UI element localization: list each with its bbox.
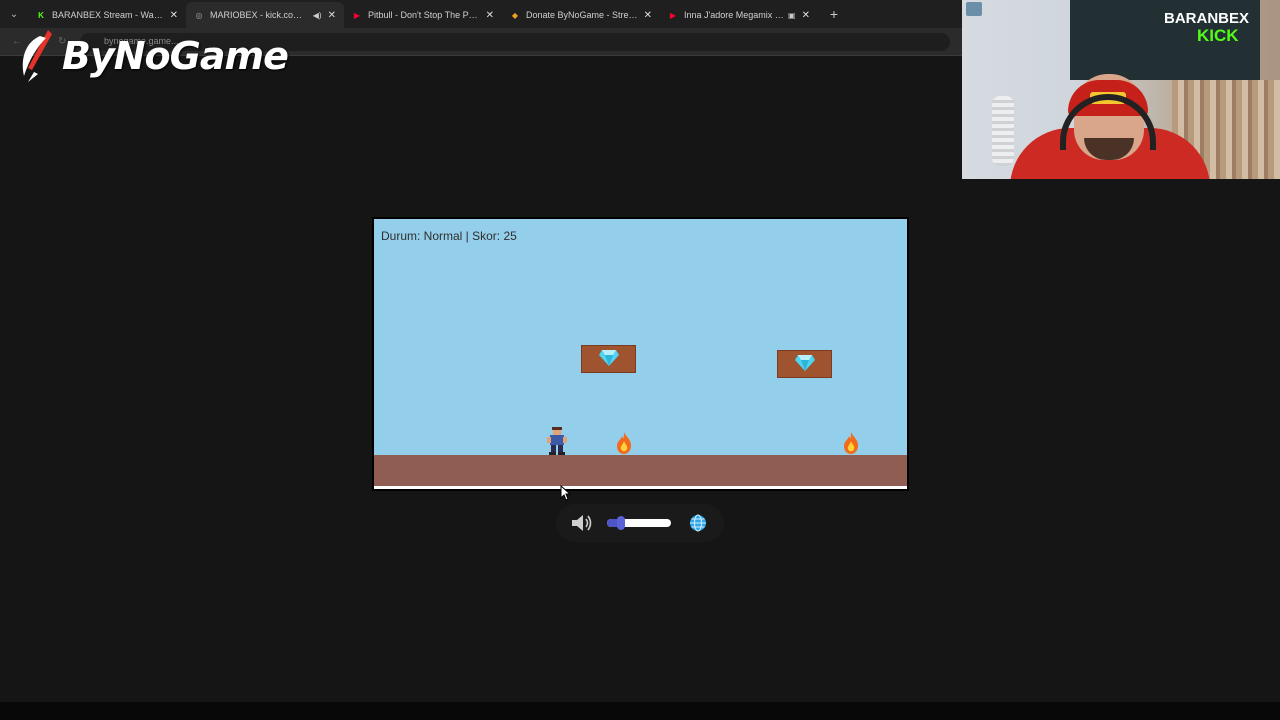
tab-inna-jadore[interactable]: ▶ Inna J'adore Megamix alessio ▣ ✕ bbox=[660, 2, 818, 28]
player-character bbox=[547, 427, 567, 455]
diamond-icon bbox=[795, 355, 815, 371]
globe-icon: ◎ bbox=[195, 10, 203, 20]
browser-tab-strip: ⌄ K BARANBEX Stream - Watch Live ✕ ◎ MAR… bbox=[0, 0, 962, 28]
youtube-icon: ▶ bbox=[669, 10, 677, 20]
globe-icon[interactable] bbox=[689, 514, 707, 532]
game-controls-bar bbox=[556, 504, 724, 542]
tab-title: BARANBEX Stream - Watch Live bbox=[52, 10, 164, 20]
webcam-overlay: BARANBEX KICK bbox=[962, 0, 1280, 179]
tab-pitbull[interactable]: ▶ Pitbull - Don't Stop The Party ( ✕ bbox=[344, 2, 502, 28]
gem-block bbox=[777, 350, 832, 378]
volume-slider[interactable] bbox=[607, 516, 671, 530]
screen: ⌄ K BARANBEX Stream - Watch Live ✕ ◎ MAR… bbox=[0, 0, 1280, 720]
webcam-corner-icon bbox=[966, 2, 982, 16]
webcam-skeleton-decoration bbox=[992, 96, 1014, 166]
tab-mariobex[interactable]: ◎ MARIOBEX - kick.com/baranbex ◀) ✕ bbox=[186, 2, 344, 28]
volume-slider-thumb[interactable] bbox=[616, 516, 625, 530]
tab-title: Pitbull - Don't Stop The Party ( bbox=[368, 10, 480, 20]
mouse-cursor-icon bbox=[560, 485, 572, 501]
speaker-icon[interactable]: ◀) bbox=[313, 11, 322, 20]
youtube-icon: ▶ bbox=[353, 10, 361, 20]
close-icon[interactable]: ✕ bbox=[802, 10, 810, 21]
tab-title: Donate ByNoGame - Streamer bbox=[526, 10, 638, 20]
diamond-icon bbox=[599, 350, 619, 366]
gem-block bbox=[581, 345, 636, 373]
fire-icon bbox=[617, 432, 632, 454]
logo-text: ByNoGame bbox=[62, 34, 289, 78]
close-icon[interactable]: ✕ bbox=[644, 10, 652, 21]
ground-edge bbox=[374, 486, 907, 489]
game-frame: Durum: Normal | Skor: 25 bbox=[372, 217, 909, 491]
webcam-banner-line2: KICK bbox=[1197, 26, 1239, 45]
fire-icon bbox=[844, 432, 859, 454]
close-icon[interactable]: ✕ bbox=[486, 10, 494, 21]
bottom-bar bbox=[0, 702, 1280, 720]
speaker-icon[interactable] bbox=[571, 514, 593, 532]
picture-in-picture-icon[interactable]: ▣ bbox=[788, 11, 796, 20]
ground bbox=[374, 455, 907, 486]
bynogame-logo: ByNoGame bbox=[18, 28, 289, 84]
game-hud-status: Durum: Normal | Skor: 25 bbox=[381, 229, 517, 243]
tab-title: MARIOBEX - kick.com/baranbex bbox=[210, 10, 309, 20]
new-tab-button[interactable]: + bbox=[824, 4, 844, 24]
tab-search-chevron-icon[interactable]: ⌄ bbox=[0, 0, 28, 28]
tab-baranbex-stream[interactable]: K BARANBEX Stream - Watch Live ✕ bbox=[28, 2, 186, 28]
close-icon[interactable]: ✕ bbox=[328, 10, 336, 21]
kick-icon: K bbox=[38, 10, 44, 20]
bynogame-logo-mark-icon bbox=[22, 30, 52, 82]
close-icon[interactable]: ✕ bbox=[170, 10, 178, 21]
tab-title: Inna J'adore Megamix alessio bbox=[684, 10, 784, 20]
tab-donate-bynogame[interactable]: ◆ Donate ByNoGame - Streamer ✕ bbox=[502, 2, 660, 28]
game-canvas[interactable]: Durum: Normal | Skor: 25 bbox=[374, 219, 907, 489]
bynogame-icon: ◆ bbox=[511, 10, 519, 20]
webcam-banner-line1: BARANBEX bbox=[1164, 10, 1250, 27]
